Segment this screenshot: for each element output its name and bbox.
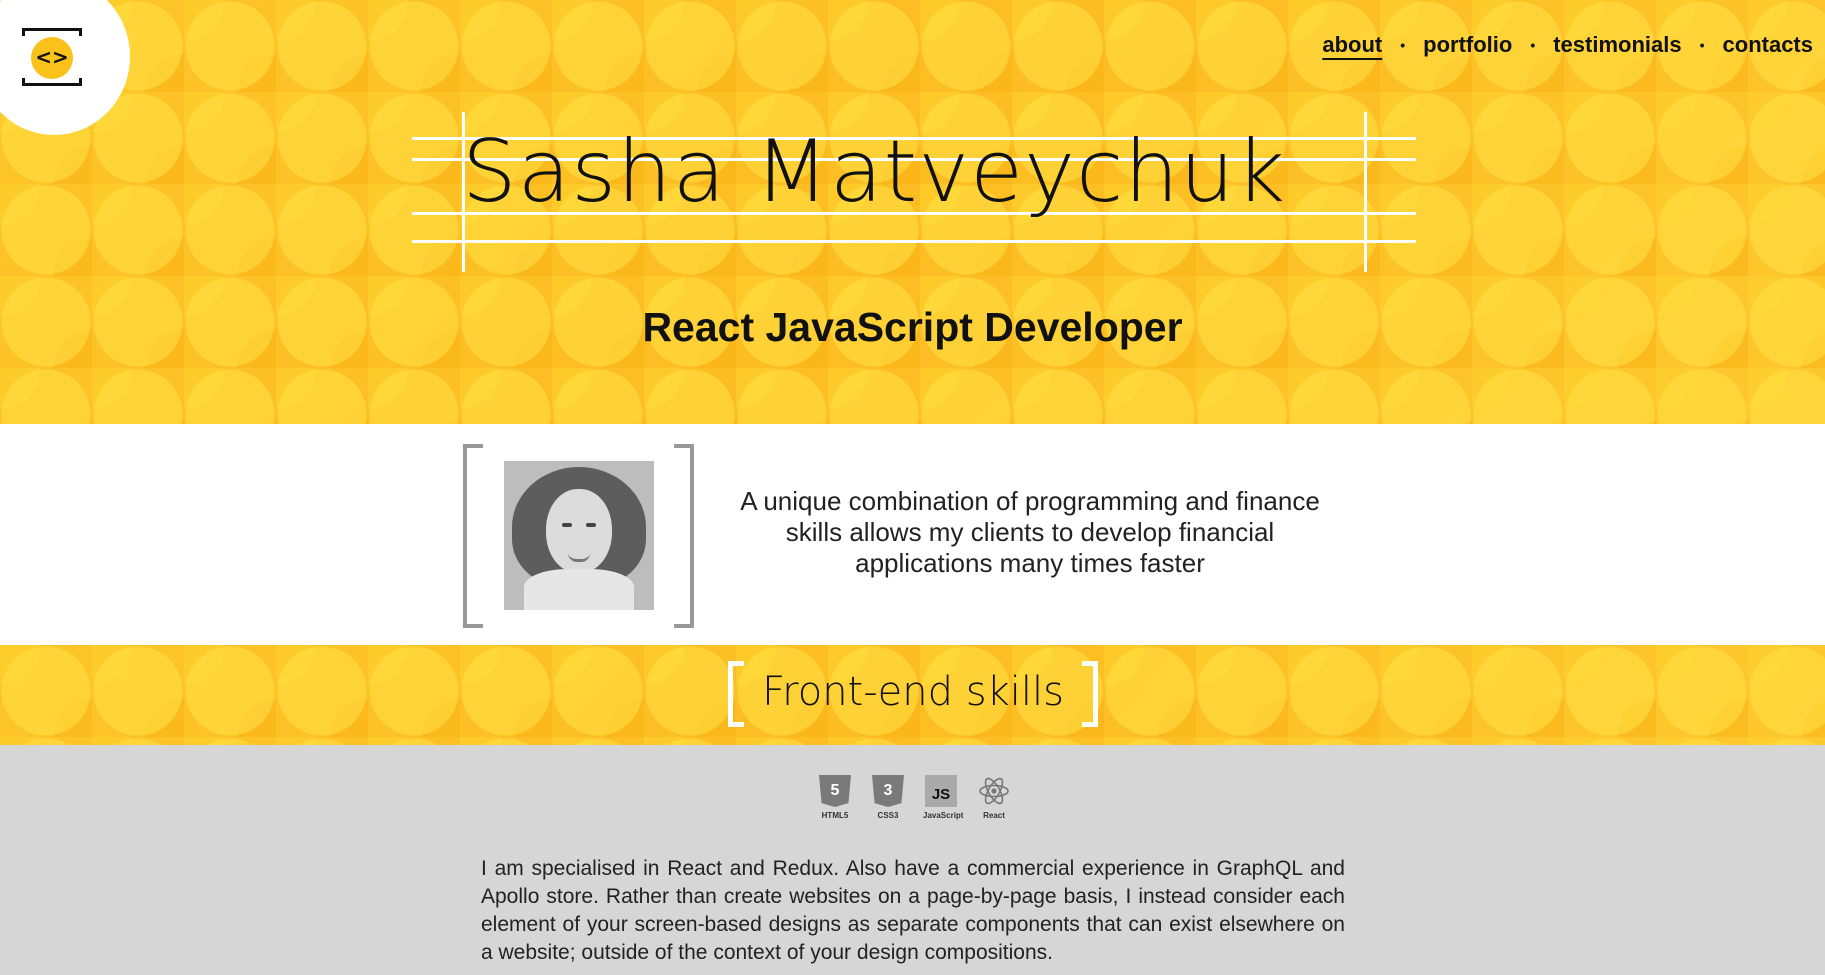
- page-title: Sasha Matveychuk: [462, 122, 1287, 222]
- logo-icon[interactable]: <>: [22, 28, 82, 86]
- react-icon: [978, 775, 1010, 807]
- nav-portfolio-link[interactable]: portfolio: [1423, 32, 1512, 58]
- tech-label: React: [983, 811, 1005, 820]
- job-title: React JavaScript Developer: [642, 304, 1183, 350]
- tech-item: 3 CSS3: [870, 775, 906, 820]
- tech-item: React: [976, 775, 1012, 820]
- tech-label: JavaScript: [923, 811, 964, 820]
- hero-section: <> about • portfolio • testimonials • co…: [0, 0, 1825, 424]
- intro-text: A unique combination of programming and …: [740, 486, 1320, 578]
- profile-photo: [504, 461, 654, 610]
- skills-content: 5 HTML5 3 CSS3 JS JavaScript React I am …: [0, 745, 1825, 975]
- name-frame: Sasha Matveychuk: [412, 112, 1416, 272]
- code-brackets-icon: <>: [31, 37, 73, 79]
- tech-label: CSS3: [877, 811, 899, 820]
- css3-icon: 3: [872, 775, 904, 807]
- nav-separator: •: [1400, 37, 1406, 53]
- tech-item: JS JavaScript: [923, 775, 964, 820]
- tech-icons: 5 HTML5 3 CSS3 JS JavaScript React: [817, 775, 1012, 820]
- javascript-icon: JS: [925, 775, 957, 807]
- main-nav: about • portfolio • testimonials • conta…: [1322, 32, 1813, 58]
- skills-title-frame: Front-end skills: [728, 661, 1098, 727]
- bracket-right: [674, 444, 694, 628]
- html5-icon: 5: [819, 775, 851, 807]
- photo-frame: [463, 444, 694, 628]
- skills-header: Front-end skills: [0, 645, 1825, 745]
- nav-contacts-link[interactable]: contacts: [1723, 32, 1813, 58]
- section-title: Front-end skills: [762, 669, 1064, 715]
- bracket-left: [463, 444, 483, 628]
- nav-about-link[interactable]: about: [1322, 32, 1382, 58]
- nav-separator: •: [1699, 37, 1705, 53]
- tech-item: 5 HTML5: [817, 775, 853, 820]
- nav-testimonials-link[interactable]: testimonials: [1553, 32, 1681, 58]
- skills-description: I am specialised in React and Redux. Als…: [481, 857, 1345, 964]
- tech-label: HTML5: [821, 811, 849, 820]
- nav-separator: •: [1530, 37, 1536, 53]
- about-section: A unique combination of programming and …: [0, 424, 1825, 645]
